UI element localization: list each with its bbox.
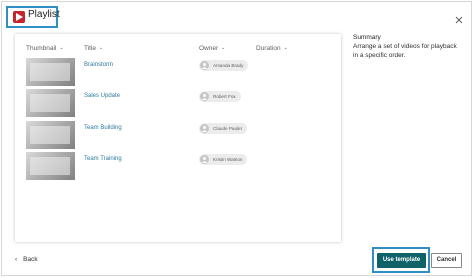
owner-chip: Amanda Brady <box>199 60 249 71</box>
video-title-link[interactable]: Team Building <box>84 125 122 131</box>
chevron-left-icon: ‹ <box>15 256 18 263</box>
close-icon[interactable] <box>454 12 464 24</box>
column-header-thumbnail[interactable]: Thumbnail ⌄ <box>26 45 64 52</box>
header-label: Duration <box>256 45 281 52</box>
column-header-title[interactable]: Title ⌄ <box>84 45 103 52</box>
video-thumbnail[interactable] <box>26 89 75 117</box>
use-template-button[interactable]: Use template <box>377 253 426 268</box>
cancel-button[interactable]: Cancel <box>431 253 462 268</box>
column-header-owner[interactable]: Owner ⌄ <box>199 45 225 52</box>
header-label: Thumbnail <box>26 45 57 52</box>
video-title-link[interactable]: Brainstorm <box>84 62 113 68</box>
summary-description: Arrange a set of videos for playback in … <box>353 43 457 59</box>
back-button[interactable]: ‹ Back <box>15 256 38 263</box>
avatar <box>200 92 209 101</box>
header-label: Title <box>84 45 97 52</box>
back-label: Back <box>23 256 38 263</box>
chevron-down-icon: ⌄ <box>59 45 64 51</box>
owner-name: Robert Fox <box>213 94 236 99</box>
column-header-duration[interactable]: Duration ⌄ <box>256 45 288 52</box>
owner-name: Kristin Watson <box>213 157 243 162</box>
chevron-down-icon: ⌄ <box>221 45 226 51</box>
video-title-link[interactable]: Team Training <box>84 156 122 162</box>
owner-name: Amanda Brady <box>213 63 244 68</box>
video-thumbnail[interactable] <box>26 121 75 149</box>
chevron-down-icon: ⌄ <box>99 45 104 51</box>
avatar <box>200 61 209 70</box>
owner-chip: Claude Paulet <box>199 123 247 134</box>
chevron-down-icon: ⌄ <box>283 45 288 51</box>
play-icon <box>13 11 25 23</box>
video-thumbnail[interactable] <box>26 152 75 180</box>
avatar <box>200 155 209 164</box>
summary-heading: Summary <box>353 34 381 41</box>
avatar <box>200 124 209 133</box>
owner-chip: Robert Fox <box>199 91 241 102</box>
template-dialog: Playlist Thumbnail ⌄ Title ⌄ Owner ⌄ Durati… <box>1 1 472 276</box>
video-thumbnail[interactable] <box>26 58 75 86</box>
owner-chip: Kristin Watson <box>199 154 248 165</box>
header-label: Owner <box>199 45 219 52</box>
video-title-link[interactable]: Sales Update <box>84 93 120 99</box>
owner-name: Claude Paulet <box>213 126 242 131</box>
dialog-title: Playlist <box>28 9 60 20</box>
